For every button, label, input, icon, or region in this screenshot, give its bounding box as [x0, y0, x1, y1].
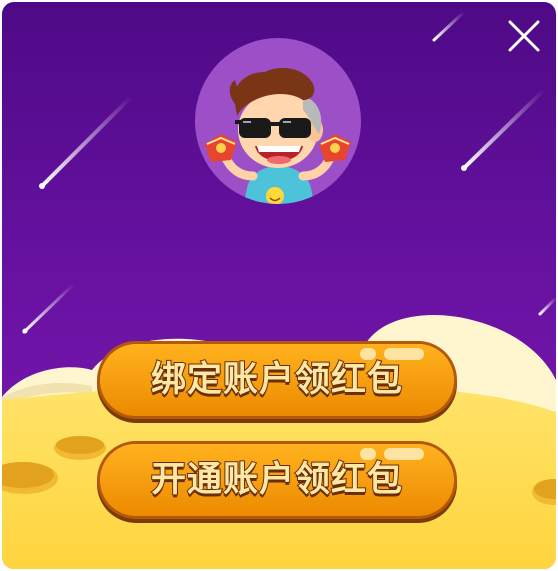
- button-highlight: [360, 348, 376, 360]
- cartoon-man-with-sunglasses-holding-red-envelopes: [205, 68, 351, 204]
- close-icon: [508, 20, 540, 52]
- bind-account-red-envelope-button[interactable]: 绑定账户领红包: [100, 344, 454, 416]
- button-highlight: [384, 448, 424, 460]
- bind-account-button-label: 绑定账户领红包: [150, 359, 403, 400]
- button-highlight: [360, 448, 376, 460]
- close-button[interactable]: [504, 16, 544, 56]
- button-highlight: [384, 348, 424, 360]
- avatar: [195, 38, 361, 204]
- open-account-button-label: 开通账户领红包: [150, 459, 403, 500]
- open-account-red-envelope-button[interactable]: 开通账户领红包: [100, 444, 454, 516]
- red-envelope-popup: 绑定账户领红包 开通账户领红包: [2, 2, 556, 569]
